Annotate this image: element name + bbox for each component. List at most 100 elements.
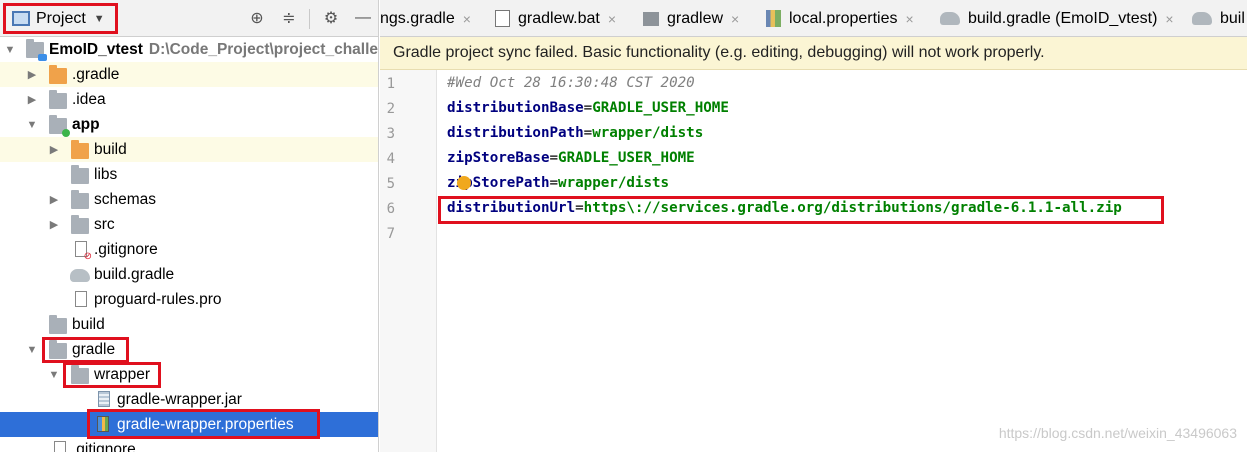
tree-item-label: build bbox=[94, 140, 127, 158]
tab-label: local.properties bbox=[789, 9, 898, 27]
locate-target-icon[interactable]: ⊕ bbox=[247, 8, 267, 28]
property-value: wrapper/dists bbox=[592, 125, 704, 141]
collapsed-arrow-icon[interactable]: ▶ bbox=[48, 219, 60, 231]
collapsed-arrow-icon[interactable]: ▶ bbox=[26, 94, 38, 106]
project-view-selector[interactable]: Project ▼ bbox=[3, 3, 118, 34]
tree-item-app[interactable]: ▼ app bbox=[0, 112, 378, 137]
tree-item-idea[interactable]: ▶ .idea bbox=[0, 87, 378, 112]
chevron-down-icon: ▼ bbox=[93, 12, 105, 25]
tree-item-label: build.gradle bbox=[94, 265, 175, 283]
tab-build-gradle-project[interactable]: build.gradle (EmoID_vtest) × bbox=[940, 0, 1174, 36]
tree-item-label: .gradle bbox=[72, 65, 120, 83]
warning-text: Gradle project sync failed. Basic functi… bbox=[393, 44, 1045, 61]
expanded-arrow-icon[interactable]: ▼ bbox=[48, 369, 60, 381]
tree-item-label: schemas bbox=[94, 190, 157, 208]
tree-item-app-gitignore[interactable]: .gitignore bbox=[0, 237, 378, 262]
jar-file-icon bbox=[98, 391, 110, 407]
tree-item-proguard[interactable]: proguard-rules.pro bbox=[0, 287, 378, 312]
project-view-label: Project bbox=[36, 9, 86, 27]
line-number: 1 bbox=[386, 76, 395, 92]
tree-item-build[interactable]: build bbox=[0, 312, 378, 337]
close-icon[interactable]: × bbox=[463, 11, 471, 27]
code-line[interactable]: distributionPath=wrapper/dists bbox=[447, 125, 703, 141]
property-key: distributionPath bbox=[447, 125, 584, 141]
gear-icon[interactable]: ⚙ bbox=[321, 8, 341, 28]
project-window-icon bbox=[12, 11, 30, 26]
tab-gradlew-bat[interactable]: gradlew.bat × bbox=[495, 0, 616, 36]
code-line[interactable]: zipStoreBase=GRADLE_USER_HOME bbox=[447, 150, 695, 166]
excluded-folder-icon bbox=[49, 65, 67, 84]
code-line[interactable]: distributionBase=GRADLE_USER_HOME bbox=[447, 100, 729, 116]
property-value: GRADLE_USER_HOME bbox=[592, 100, 729, 116]
tree-item-label: gradle-wrapper.jar bbox=[117, 390, 242, 408]
project-folder-icon bbox=[26, 39, 47, 61]
gradle-icon bbox=[1192, 12, 1212, 25]
tab-build-gradle-app[interactable]: buil bbox=[1192, 0, 1245, 36]
project-panel: Project ▼ ⊕ ≑ ⚙ — ▼ EmoID_vtest D:\Code_P… bbox=[0, 0, 379, 452]
tree-item-app-build[interactable]: ▶ build bbox=[0, 137, 378, 162]
project-path: D:\Code_Project\project_challe bbox=[148, 40, 379, 58]
tab-gradlew[interactable]: gradlew × bbox=[643, 0, 739, 36]
gradle-elephant-icon bbox=[70, 269, 90, 282]
tree-item-gradle-cache[interactable]: ▶ .gradle bbox=[0, 62, 378, 87]
folder-icon bbox=[71, 190, 89, 209]
collapsed-arrow-icon[interactable]: ▶ bbox=[48, 194, 60, 206]
line-number: 7 bbox=[386, 226, 395, 242]
property-value: GRADLE_USER_HOME bbox=[558, 150, 695, 166]
tab-label: gradlew bbox=[667, 9, 724, 27]
file-icon bbox=[495, 10, 510, 27]
expanded-arrow-icon[interactable]: ▼ bbox=[26, 344, 38, 356]
terminal-icon bbox=[643, 11, 659, 26]
tree-item-label: .gitignore bbox=[72, 440, 136, 452]
close-icon[interactable]: × bbox=[731, 11, 739, 27]
tree-item-label: src bbox=[94, 215, 115, 233]
property-key: distributionBase bbox=[447, 100, 584, 116]
tab-local-properties[interactable]: local.properties × bbox=[766, 0, 914, 36]
equals-sign: = bbox=[583, 125, 593, 141]
folder-icon bbox=[49, 90, 67, 109]
editor-tabs: ngs.gradle × gradlew.bat × gradlew × loc… bbox=[380, 0, 1247, 37]
tab-label: ngs.gradle bbox=[380, 9, 455, 27]
code-line[interactable]: #Wed Oct 28 16:30:48 CST 2020 bbox=[447, 75, 695, 91]
line-number: 6 bbox=[386, 201, 395, 217]
collapse-all-icon[interactable]: ≑ bbox=[279, 8, 299, 28]
tree-item-wrapper[interactable]: ▼ wrapper bbox=[0, 362, 378, 387]
excluded-folder-icon bbox=[71, 140, 89, 159]
tab-settings-gradle[interactable]: ngs.gradle × bbox=[380, 0, 471, 36]
watermark: https://blog.csdn.net/weixin_43496063 bbox=[998, 425, 1237, 441]
expanded-arrow-icon[interactable]: ▼ bbox=[4, 44, 16, 56]
intention-bulb-icon[interactable] bbox=[457, 176, 471, 190]
tree-item-label: libs bbox=[94, 165, 118, 183]
tree-item-label: build bbox=[72, 315, 105, 333]
folder-icon bbox=[71, 215, 89, 234]
line-number: 3 bbox=[386, 126, 395, 142]
equals-sign: = bbox=[549, 175, 559, 191]
tree-item-libs[interactable]: libs bbox=[0, 162, 378, 187]
tree-item-schemas[interactable]: ▶ schemas bbox=[0, 187, 378, 212]
close-icon[interactable]: × bbox=[608, 11, 616, 27]
tree-item-label: .idea bbox=[72, 90, 106, 108]
tree-item-src[interactable]: ▶ src bbox=[0, 212, 378, 237]
collapsed-arrow-icon[interactable]: ▶ bbox=[26, 69, 38, 81]
code-comment: #Wed Oct 28 16:30:48 CST 2020 bbox=[447, 75, 695, 91]
code-line[interactable]: zipStorePath=wrapper/dists bbox=[447, 175, 669, 191]
minimize-icon[interactable]: — bbox=[353, 8, 373, 28]
equals-sign: = bbox=[549, 150, 559, 166]
line-number: 4 bbox=[386, 151, 395, 167]
tree-item-build-gradle[interactable]: build.gradle bbox=[0, 262, 378, 287]
gradle-icon bbox=[940, 12, 960, 25]
tree-item-root[interactable]: ▼ EmoID_vtest D:\Code_Project\project_cha… bbox=[0, 37, 379, 62]
expanded-arrow-icon[interactable]: ▼ bbox=[26, 119, 38, 131]
tree-item-label: app bbox=[72, 115, 100, 133]
project-toolbar: Project ▼ ⊕ ≑ ⚙ — bbox=[0, 0, 378, 37]
close-icon[interactable]: × bbox=[906, 11, 914, 27]
line-number: 5 bbox=[386, 176, 395, 192]
toolbar-divider bbox=[309, 9, 310, 29]
properties-icon bbox=[766, 10, 781, 27]
text-file-icon bbox=[75, 291, 87, 307]
highlight-box-gradle bbox=[42, 337, 129, 363]
code-editor[interactable]: #Wed Oct 28 16:30:48 CST 2020 distributi… bbox=[438, 70, 1247, 452]
collapsed-arrow-icon[interactable]: ▶ bbox=[48, 144, 60, 156]
tree-item-gitignore[interactable]: .gitignore bbox=[0, 437, 378, 452]
close-icon[interactable]: × bbox=[1165, 11, 1173, 27]
